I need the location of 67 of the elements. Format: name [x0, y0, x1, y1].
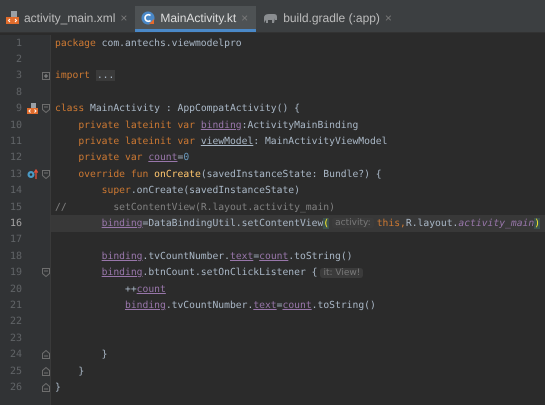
code-text: :ActivityMainBinding	[242, 120, 358, 131]
property-name: count	[259, 250, 288, 262]
fold-end-icon[interactable]	[42, 382, 50, 392]
code-text: =	[253, 250, 260, 262]
collapse-fold-icon[interactable]	[42, 268, 50, 278]
tab-label: activity_main.xml	[24, 10, 116, 24]
code-keyword: import	[55, 70, 90, 82]
code-text: }	[102, 349, 108, 360]
code-text: com.antechs.viewmodelpro	[102, 38, 242, 49]
layout-file-icon[interactable]	[26, 103, 38, 114]
matched-bracket: )	[534, 218, 540, 229]
tab-label: build.gradle (:app)	[283, 10, 380, 24]
code-text: .onCreate(savedInstanceState)	[130, 185, 300, 196]
code-text: : MainActivityViewModel	[253, 136, 388, 148]
code-keyword: private lateinit var	[78, 120, 195, 131]
code-text: .btnCount.setOnClickListener {	[142, 267, 318, 278]
property-name: binding	[102, 250, 142, 262]
property-name: count	[148, 152, 178, 164]
variable-name: viewModel	[200, 136, 254, 148]
code-text: .tvCountNumber.	[142, 250, 230, 262]
layout-file-icon	[6, 11, 19, 24]
tab-label: MainActivity.kt	[160, 10, 236, 24]
property-name: count	[136, 284, 166, 295]
code-text: MainActivity : AppCompatActivity() {	[90, 103, 300, 114]
folded-code: ...	[96, 70, 116, 82]
code-text: .tvCountNumber.	[166, 300, 254, 311]
collapse-fold-icon[interactable]	[42, 104, 50, 114]
code-text: (savedInstanceState: Bundle?) {	[200, 168, 382, 180]
property-name: text	[253, 300, 277, 311]
property-name: binding	[200, 120, 242, 131]
resource-name: activity_main	[458, 218, 534, 229]
function-name: onCreate	[154, 168, 201, 180]
code-comment: //	[55, 202, 67, 213]
expand-fold-icon[interactable]	[42, 72, 50, 80]
kotlin-class-icon	[141, 10, 156, 24]
property-name: binding	[102, 218, 142, 229]
property-name: count	[282, 300, 312, 311]
code-keyword: super	[102, 185, 131, 196]
property-name: text	[230, 250, 254, 262]
code-text: .toString()	[288, 250, 352, 262]
line-number: 16	[8, 218, 22, 229]
fold-end-icon[interactable]	[42, 350, 50, 360]
matched-bracket: (	[323, 218, 330, 229]
inlay-hint: it: View!	[320, 268, 364, 278]
code-keyword: class	[55, 103, 84, 114]
code-text: ++	[124, 284, 137, 295]
code-keyword: private lateinit var	[78, 136, 195, 148]
code-keyword: override fun	[78, 168, 148, 180]
code-keyword: package	[55, 38, 96, 49]
override-marker-icon[interactable]	[26, 169, 38, 180]
code-text: }	[78, 366, 84, 376]
code-keyword: this,	[376, 218, 406, 229]
code-text: =DataBindingUtil.setContentView	[142, 218, 324, 229]
elephant-icon	[262, 12, 278, 24]
code-text: =	[276, 300, 282, 311]
collapse-fold-icon[interactable]	[42, 170, 50, 179]
property-name: binding	[102, 267, 142, 278]
code-text: .toString()	[312, 300, 376, 311]
fold-end-icon[interactable]	[42, 366, 50, 376]
code-text: R.layout.	[406, 218, 458, 229]
property-name: binding	[124, 300, 166, 311]
number-literal: 0	[183, 152, 190, 164]
code-text: =	[177, 152, 184, 164]
code-comment: setContentView(R.layout.activity_main)	[113, 202, 335, 213]
code-keyword: private var	[78, 152, 142, 164]
code-text: }	[55, 382, 61, 393]
editor-tab[interactable]: MainActivity.kt ×	[135, 6, 256, 32]
